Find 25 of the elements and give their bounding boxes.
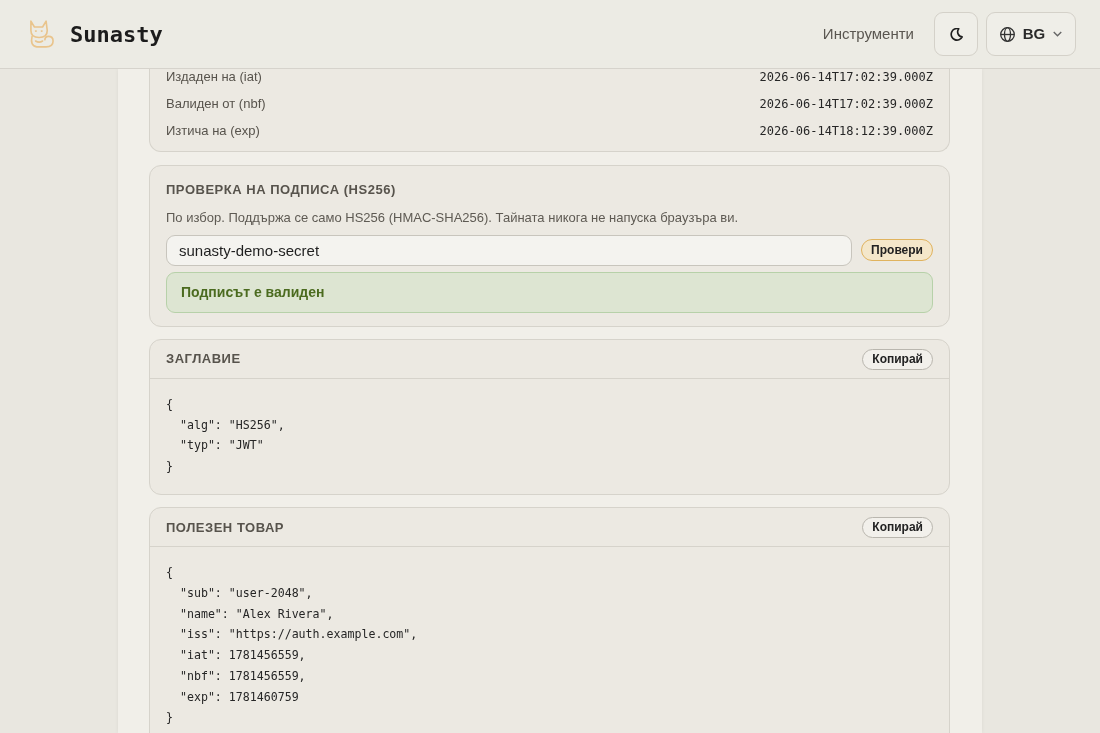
copy-button[interactable]: Копирай [862, 348, 933, 370]
claim-value: 2026-06-14T17:02:39.000Z [759, 69, 933, 86]
claim-label: Валиден от (nbf) [166, 94, 266, 113]
section-title: ПРОВЕРКА НА ПОДПИСА (HS256) [166, 181, 396, 197]
brand-name: Sunasty [70, 20, 163, 49]
chevron-down-icon [1053, 31, 1063, 37]
copy-button[interactable]: Копирай [862, 516, 933, 538]
claim-value: 2026-06-14T18:12:39.000Z [759, 122, 933, 140]
secret-input[interactable]: sunasty-demo-secret [166, 234, 853, 266]
json-text: { "alg": "HS256", "typ": "JWT" } [166, 396, 285, 476]
dark-mode-button[interactable] [934, 12, 978, 56]
claim-label: Изтича на (exp) [166, 121, 260, 140]
globe-icon [999, 26, 1015, 42]
language-button[interactable]: BG [986, 12, 1076, 56]
claim-value: 2026-06-14T17:02:39.000Z [759, 95, 933, 113]
section-title: ЗАГЛАВИЕ [166, 350, 241, 369]
moon-icon [949, 27, 963, 41]
section-title: ПОЛЕЗЕН ТОВАР [166, 518, 285, 537]
signature-result: Подписът е валиден [166, 271, 933, 313]
claim-label: Издаден на (iat) [166, 69, 262, 86]
cat-logo-icon [28, 20, 56, 48]
nav-link[interactable]: Инструменти [822, 22, 914, 46]
verify-button[interactable]: Провери [861, 239, 933, 261]
signature-note: По избор. Поддържа се само HS256 (HMAC-SHA256). Тайната никога не напуска браузъра ви. [166, 209, 739, 225]
json-text: { "sub": "user-2048", "name": "Alex Rivera", "iss": "https://auth.example.com", "iat": 1781456559, "nbf": 1781456559, "exp": 1781460759 } [166, 564, 418, 727]
